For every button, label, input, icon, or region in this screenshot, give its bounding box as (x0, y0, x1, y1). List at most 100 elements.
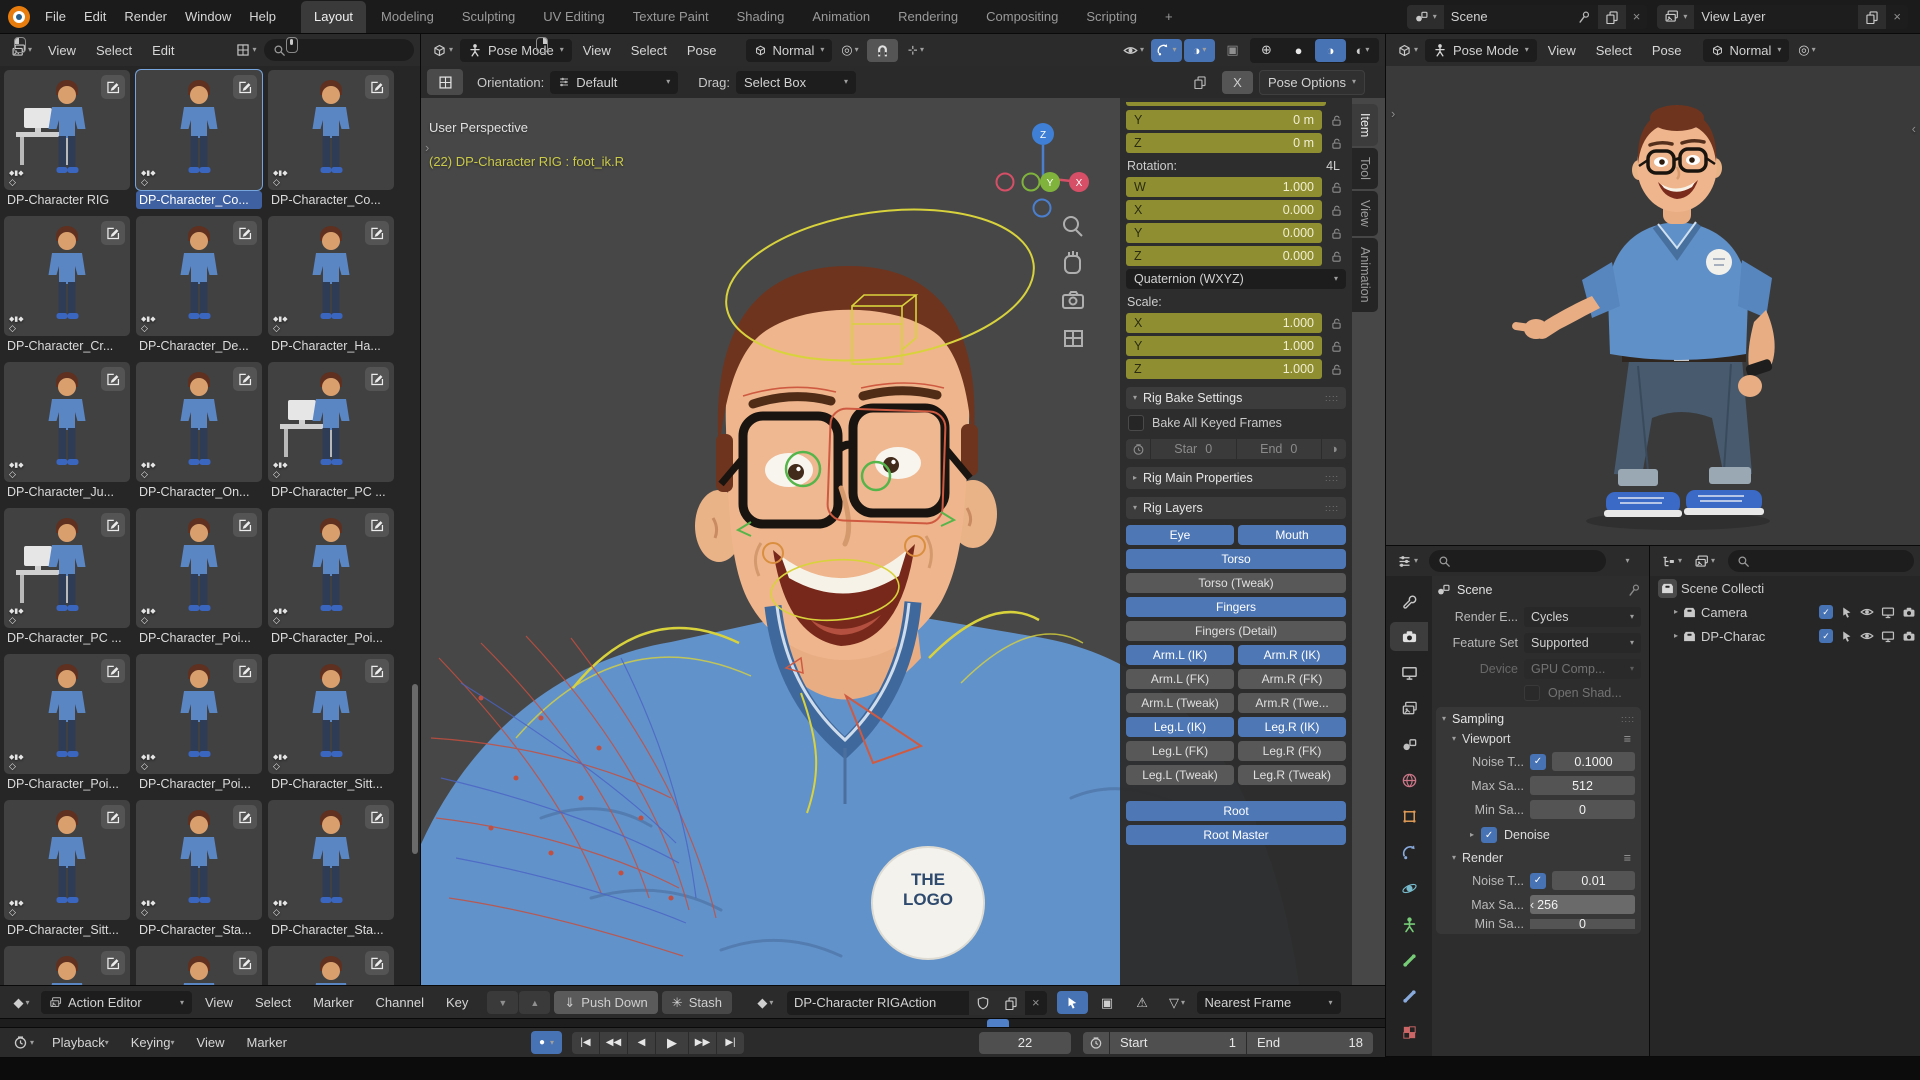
asset-card[interactable]: ◆▮◆◇DP-Character_Poi... (4, 654, 130, 793)
menu-file[interactable]: File (36, 6, 75, 27)
asset-menu-select[interactable]: Select (87, 40, 141, 61)
sidebar-tab-item[interactable]: Item (1352, 104, 1378, 146)
rig-layer-button[interactable]: Leg.L (Tweak) (1126, 765, 1234, 785)
tool-orientation-selector[interactable]: Default▾ (550, 71, 678, 94)
exclude-checkbox[interactable]: ✓ (1819, 629, 1833, 643)
lock-button[interactable] (1326, 204, 1346, 217)
asset-card[interactable]: ◆▮◆◇DP-Character_Sta... (268, 800, 394, 939)
workspace-tab-texture-paint[interactable]: Texture Paint (620, 1, 722, 33)
timeline-menu-view[interactable]: View (188, 1032, 234, 1053)
asset-card[interactable]: ◆▮◆◇DP-Character_Poi... (136, 508, 262, 647)
display-settings-button[interactable]: ▾ (231, 39, 262, 62)
properties-tab-view-layer[interactable] (1390, 694, 1428, 723)
auto-keying-toggle[interactable]: ●▾ (531, 1031, 562, 1054)
shading-wireframe[interactable]: ⊕ (1251, 39, 1282, 62)
rig-bake-settings-panel-header[interactable]: ▾Rig Bake Settings:::: (1126, 387, 1346, 409)
asset-thumbnail[interactable]: ◆▮◆◇ (136, 654, 262, 774)
asset-card[interactable]: ◆▮◆◇ (268, 946, 394, 985)
dope-sheet-strip[interactable] (0, 1019, 1385, 1028)
asset-edit-button[interactable] (365, 951, 389, 975)
properties-tab-object-data[interactable] (1390, 910, 1428, 939)
pivot-selector[interactable]: ◎▾ (1791, 39, 1822, 62)
rig-layer-button[interactable]: Leg.L (IK) (1126, 717, 1234, 737)
menu-window[interactable]: Window (176, 6, 240, 27)
asset-card[interactable]: ◆▮◆◇DP-Character_Sitt... (268, 654, 394, 793)
asset-thumbnail[interactable]: ◆▮◆◇ (136, 70, 262, 190)
open-shading-checkbox[interactable] (1524, 685, 1540, 701)
asset-thumbnail[interactable]: ◆▮◆◇ (4, 654, 130, 774)
transform-field[interactable]: W1.000 (1126, 177, 1322, 197)
outliner-search-input[interactable] (1728, 550, 1914, 572)
sampling-panel-header[interactable]: ▾Sampling:::: (1442, 712, 1635, 726)
bake-end-field[interactable]: End0 (1237, 439, 1323, 459)
outliner-row[interactable]: ▸DP-Charac✓ (1650, 624, 1920, 648)
scene-copy-button[interactable] (1598, 5, 1626, 29)
lock-button[interactable] (1326, 227, 1346, 240)
denoise-checkbox[interactable]: ✓ (1481, 827, 1497, 843)
render-subpanel-header[interactable]: ▾Render≡ (1452, 851, 1635, 865)
asset-card[interactable]: ◆▮◆◇DP-Character_PC ... (4, 508, 130, 647)
filter-dropdown[interactable]: ▽▾ (1162, 991, 1193, 1014)
transform-field[interactable]: Z0.000 (1126, 246, 1322, 266)
transform-field[interactable]: X0.000 (1126, 200, 1322, 220)
rig-layer-button[interactable]: Arm.R (FK) (1238, 669, 1346, 689)
properties-tab-render[interactable] (1390, 622, 1428, 651)
asset-card[interactable]: ◆▮◆◇DP-Character_Ha... (268, 216, 394, 355)
rig-layer-button[interactable]: Arm.R (Twe... (1238, 693, 1346, 713)
scene-name-field[interactable]: Scene (1444, 5, 1598, 29)
rig-layer-button[interactable]: Arm.R (IK) (1238, 645, 1346, 665)
properties-tab-constraints[interactable] (1390, 838, 1428, 867)
rig-layer-button[interactable]: Fingers (Detail) (1126, 621, 1346, 641)
orientation-selector[interactable]: Normal▾ (746, 39, 833, 62)
action-name-field[interactable]: DP-Character RIGAction (787, 991, 969, 1015)
viewport-menu-view[interactable]: View (574, 40, 620, 61)
menu-help[interactable]: Help (240, 6, 285, 27)
jump-to-end-button[interactable]: ▶| (717, 1032, 744, 1054)
dope-menu-select[interactable]: Select (246, 992, 300, 1013)
mode-selector[interactable]: Pose Mode▾ (460, 39, 572, 62)
sidebar-tab-tool[interactable]: Tool (1352, 148, 1378, 189)
rig-layer-button[interactable]: Mouth (1238, 525, 1346, 545)
asset-edit-button[interactable] (233, 951, 257, 975)
asset-card[interactable]: ◆▮◆◇ (136, 946, 262, 985)
play-button[interactable]: ▶ (656, 1032, 688, 1054)
fake-user-button[interactable] (969, 991, 997, 1015)
dope-menu-view[interactable]: View (196, 992, 242, 1013)
snap-mode-selector[interactable]: Nearest Frame▾ (1197, 991, 1341, 1014)
lock-button[interactable] (1326, 363, 1346, 376)
asset-thumbnail[interactable]: ◆▮◆◇ (4, 508, 130, 628)
properties-tab-output[interactable] (1390, 658, 1428, 687)
drag-mode-selector[interactable]: Select Box▾ (736, 71, 856, 94)
rig-layer-button[interactable]: Arm.L (FK) (1126, 669, 1234, 689)
rig-layer-button[interactable]: Eye (1126, 525, 1234, 545)
outliner-row-collection[interactable]: Scene Collecti (1650, 576, 1920, 600)
xray-toggle[interactable]: ▣ (1217, 39, 1248, 62)
pivot-selector[interactable]: ◎▾ (834, 39, 865, 62)
bake-clock-button[interactable] (1126, 439, 1151, 459)
outliner-row[interactable]: ▸Camera✓ (1650, 600, 1920, 624)
rig-layer-button[interactable]: Root Master (1126, 825, 1346, 845)
rig-layer-button[interactable]: Arm.L (Tweak) (1126, 693, 1234, 713)
asset-card[interactable]: ◆▮◆◇ (4, 946, 130, 985)
asset-thumbnail[interactable]: ◆▮◆◇ (4, 70, 130, 190)
property-value-field[interactable]: 0 (1530, 800, 1635, 819)
show-gizmos-toggle[interactable]: ▾ (1151, 39, 1182, 62)
property-checkbox[interactable]: ✓ (1530, 754, 1546, 770)
asset-card[interactable]: ◆▮◆◇DP-Character_Sta... (136, 800, 262, 939)
rig-layer-button[interactable]: Root (1126, 801, 1346, 821)
lock-button[interactable] (1326, 114, 1346, 127)
shading-solid[interactable]: ● (1283, 39, 1314, 62)
selection-sync-toggle[interactable] (1057, 991, 1088, 1014)
bake-all-checkbox[interactable] (1128, 415, 1144, 431)
asset-edit-button[interactable] (233, 221, 257, 245)
action-copy-button[interactable] (997, 991, 1025, 1015)
editor-type-button[interactable]: ▾ (1392, 550, 1423, 573)
workspace-tab-scripting[interactable]: Scripting (1073, 1, 1150, 33)
timeline-menu-playback[interactable]: Playback▾ (43, 1032, 118, 1053)
orientation-selector[interactable]: Normal▾ (1703, 39, 1790, 62)
asset-card[interactable]: ◆▮◆◇DP-Character_PC ... (268, 362, 394, 501)
workspace-tab-shading[interactable]: Shading (724, 1, 798, 33)
property-value-field[interactable]: 0.1000 (1552, 752, 1635, 771)
mirror-icon-button[interactable] (1185, 71, 1216, 94)
next-keyframe-button[interactable]: ▶▶ (689, 1032, 716, 1054)
